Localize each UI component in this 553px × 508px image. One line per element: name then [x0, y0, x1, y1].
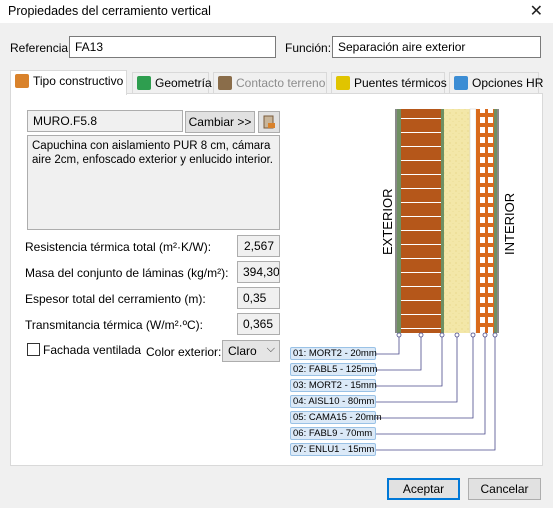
layer-tag-06[interactable]: 06: FABL9 - 70mm	[290, 427, 376, 440]
title-bar: Propiedades del cerramiento vertical ✕	[0, 0, 553, 24]
layer-fabl9	[476, 109, 494, 333]
layer-fabl5	[401, 109, 441, 333]
window-title: Propiedades del cerramiento vertical	[8, 4, 211, 18]
construction-description: Capuchina con aislamiento PUR 8 cm, cáma…	[27, 135, 280, 230]
masa-label: Masa del conjunto de láminas (kg/m²):	[25, 266, 229, 280]
tab-contacto-terreno[interactable]: Contacto terreno	[213, 72, 327, 93]
accept-button[interactable]: Aceptar	[387, 478, 460, 500]
edit-icon	[263, 115, 275, 129]
espesor-label: Espesor total del cerramiento (m):	[25, 292, 206, 306]
close-icon[interactable]: ✕	[530, 1, 543, 21]
construction-code-field: MURO.F5.8	[27, 110, 183, 132]
color-exterior-select[interactable]: Claro ⌵	[222, 340, 280, 362]
leader-lines	[375, 335, 496, 451]
cancel-button[interactable]: Cancelar	[468, 478, 541, 500]
layer-tag-03[interactable]: 03: MORT2 - 15mm	[290, 379, 377, 392]
fachada-ventilada-label: Fachada ventilada	[43, 343, 142, 357]
referencia-label: Referencia:	[10, 41, 72, 55]
tab-bar: Tipo constructivo Geometría Contacto ter…	[10, 70, 543, 95]
interior-label: INTERIOR	[502, 193, 517, 255]
humidity-icon	[454, 76, 468, 90]
layer-tag-01[interactable]: 01: MORT2 - 20mm	[290, 347, 377, 360]
layer-cama15	[469, 108, 477, 334]
color-exterior-value: Claro	[228, 344, 257, 358]
resistencia-value: 2,567	[237, 235, 280, 257]
layer-tag-07[interactable]: 07: ENLU1 - 15mm	[290, 443, 376, 456]
espesor-value: 0,35	[237, 287, 280, 309]
ground-icon	[218, 76, 232, 90]
funcion-input[interactable]: Separación aire exterior	[332, 36, 541, 58]
tab-puentes-termicos[interactable]: Puentes térmicos	[331, 72, 447, 93]
geometry-icon	[137, 76, 151, 90]
tab-opciones-hr[interactable]: Opciones HR	[449, 72, 543, 93]
tab-tipo-constructivo[interactable]: Tipo constructivo	[10, 70, 127, 95]
edit-construction-button[interactable]	[258, 111, 280, 133]
chevron-down-icon: ⌵	[266, 343, 275, 355]
tab-geometria[interactable]: Geometría	[132, 72, 212, 93]
transmitancia-label: Transmitancia térmica (W/m²·ºC):	[25, 318, 203, 332]
layer-mort2	[441, 109, 444, 333]
change-construction-button[interactable]: Cambiar >>	[185, 111, 255, 133]
layer-tag-02[interactable]: 02: FABL5 - 125mm	[290, 363, 377, 376]
layer-aisl10	[444, 109, 470, 333]
layer-tag-04[interactable]: 04: AISL10 - 80mm	[290, 395, 376, 408]
funcion-label: Función:	[285, 41, 332, 55]
color-exterior-label: Color exterior:	[146, 345, 222, 359]
layer-tag-05[interactable]: 05: CAMA15 - 20mm	[290, 411, 382, 424]
masa-value: 394,30	[237, 261, 280, 283]
fachada-ventilada-checkbox[interactable]	[27, 343, 40, 356]
leader-dots	[396, 332, 498, 338]
layers-icon	[15, 74, 29, 88]
resistencia-label: Resistencia térmica total (m²·K/W):	[25, 240, 212, 254]
exterior-label: EXTERIOR	[380, 189, 395, 255]
thermal-bridge-icon	[336, 76, 350, 90]
referencia-input[interactable]: FA13	[69, 36, 276, 58]
layer-mort2-ext	[397, 109, 401, 333]
transmitancia-value: 0,365	[237, 313, 280, 335]
layer-enlu1	[494, 109, 497, 333]
